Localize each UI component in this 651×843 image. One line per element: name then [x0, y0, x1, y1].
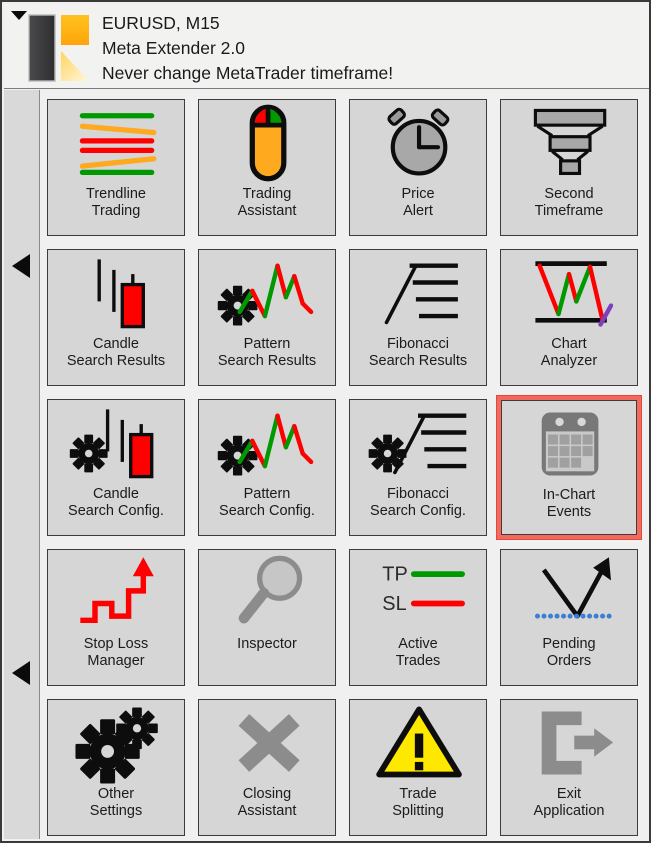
tile-inspector[interactable]: Inspector	[194, 545, 340, 690]
gear-candlestick-icon	[48, 400, 184, 486]
tile-button-in-chart-events[interactable]: In-Chart Events	[501, 400, 637, 535]
tile-label-candle-search-config: Candle Search Config.	[68, 486, 164, 519]
tile-label-trendline-trading: Trendline Trading	[86, 186, 146, 219]
pending-arrow-icon	[501, 550, 637, 636]
timeframe-warning-label: Never change MetaTrader timeframe!	[102, 63, 394, 83]
tile-trading-assistant[interactable]: Trading Assistant	[194, 95, 340, 240]
tile-pattern-search-config[interactable]: Pattern Search Config.	[194, 395, 340, 540]
meta-extender-window: EURUSD, M15 Meta Extender 2.0 Never chan…	[0, 0, 651, 843]
trendlines-icon	[48, 100, 184, 186]
calendar-icon	[502, 401, 636, 487]
tile-button-closing-assistant[interactable]: Closing Assistant	[198, 699, 336, 836]
tile-fibonacci-search-config[interactable]: Fibonacci Search Config.	[345, 395, 491, 540]
tile-label-pattern-search-config: Pattern Search Config.	[219, 486, 315, 519]
tile-button-pending-orders[interactable]: Pending Orders	[500, 549, 638, 686]
tile-button-pattern-search-config[interactable]: Pattern Search Config.	[198, 399, 336, 536]
tile-trade-splitting[interactable]: Trade Splitting	[345, 695, 491, 840]
staircase-arrow-icon	[48, 550, 184, 636]
tile-button-chart-analyzer[interactable]: Chart Analyzer	[500, 249, 638, 386]
left-sidebar	[4, 90, 40, 839]
tile-second-timeframe[interactable]: Second Timeframe	[496, 95, 642, 240]
tile-label-stop-loss-manager: Stop Loss Manager	[83, 636, 149, 669]
tile-exit-application[interactable]: Exit Application	[496, 695, 642, 840]
tp-sl-lines-icon: TP SL	[350, 550, 486, 636]
tool-grid: Trendline Trading Trading Assistant Price …	[43, 95, 649, 840]
gear-zigzag-icon	[199, 400, 335, 486]
fibonacci-icon	[350, 250, 486, 336]
warning-triangle-icon	[350, 700, 486, 786]
tile-chart-analyzer[interactable]: Chart Analyzer	[496, 245, 642, 390]
tile-fibonacci-search-results[interactable]: Fibonacci Search Results	[345, 245, 491, 390]
tile-button-other-settings[interactable]: Other Settings	[47, 699, 185, 836]
tile-label-trade-splitting: Trade Splitting	[392, 786, 444, 819]
tile-label-second-timeframe: Second Timeframe	[534, 186, 604, 219]
tile-other-settings[interactable]: Other Settings	[43, 695, 189, 840]
tile-button-trading-assistant[interactable]: Trading Assistant	[198, 99, 336, 236]
tile-price-alert[interactable]: Price Alert	[345, 95, 491, 240]
magnifier-icon	[199, 550, 335, 636]
tile-label-pattern-search-results: Pattern Search Results	[217, 336, 317, 369]
tile-label-other-settings: Other Settings	[89, 786, 143, 819]
tile-pattern-search-results[interactable]: Pattern Search Results	[194, 245, 340, 390]
tile-button-second-timeframe[interactable]: Second Timeframe	[500, 99, 638, 236]
mouse-icon	[199, 100, 335, 186]
panel-header: EURUSD, M15 Meta Extender 2.0 Never chan…	[4, 4, 649, 89]
chart-channel-icon	[501, 250, 637, 336]
tile-button-exit-application[interactable]: Exit Application	[500, 699, 638, 836]
tile-label-fibonacci-search-config: Fibonacci Search Config.	[370, 486, 466, 519]
header-text-block: EURUSD, M15 Meta Extender 2.0 Never chan…	[102, 11, 643, 86]
tile-label-pending-orders: Pending Orders	[542, 636, 596, 669]
tile-label-in-chart-events: In-Chart Events	[542, 487, 596, 520]
scroll-left-arrow-icon-top[interactable]	[12, 254, 30, 278]
symbol-timeframe-label: EURUSD, M15	[102, 13, 220, 33]
tile-button-active-trades[interactable]: TP SL Active Trades	[349, 549, 487, 686]
product-name-label: Meta Extender 2.0	[102, 38, 245, 58]
meta-extender-logo	[28, 14, 89, 82]
tile-label-trading-assistant: Trading Assistant	[237, 186, 297, 219]
tile-button-trendline-trading[interactable]: Trendline Trading	[47, 99, 185, 236]
tile-button-stop-loss-manager[interactable]: Stop Loss Manager	[47, 549, 185, 686]
tile-label-active-trades: Active Trades	[395, 636, 441, 669]
tile-label-closing-assistant: Closing Assistant	[237, 786, 297, 819]
tile-button-fibonacci-search-config[interactable]: Fibonacci Search Config.	[349, 399, 487, 536]
gear-fibonacci-icon	[350, 400, 486, 486]
cross-x-icon	[199, 700, 335, 786]
tile-button-price-alert[interactable]: Price Alert	[349, 99, 487, 236]
tile-button-inspector[interactable]: Inspector	[198, 549, 336, 686]
tile-pending-orders[interactable]: Pending Orders	[496, 545, 642, 690]
triangle-down-icon[interactable]	[11, 11, 27, 20]
gear-zigzag-icon	[199, 250, 335, 336]
tile-stop-loss-manager[interactable]: Stop Loss Manager	[43, 545, 189, 690]
tile-label-fibonacci-search-results: Fibonacci Search Results	[368, 336, 468, 369]
tile-label-inspector: Inspector	[237, 636, 297, 652]
alarm-clock-icon	[350, 100, 486, 186]
candlestick-icon	[48, 250, 184, 336]
svg-text:TP: TP	[382, 563, 407, 585]
tile-active-trades[interactable]: TP SL Active Trades	[345, 545, 491, 690]
exit-arrow-icon	[501, 700, 637, 786]
tile-label-exit-application: Exit Application	[533, 786, 605, 819]
tile-button-trade-splitting[interactable]: Trade Splitting	[349, 699, 487, 836]
tile-label-price-alert: Price Alert	[401, 186, 435, 219]
svg-text:SL: SL	[382, 593, 406, 615]
tile-label-chart-analyzer: Chart Analyzer	[540, 336, 598, 369]
double-gear-icon	[48, 700, 184, 786]
tile-button-candle-search-results[interactable]: Candle Search Results	[47, 249, 185, 386]
tile-candle-search-results[interactable]: Candle Search Results	[43, 245, 189, 390]
tile-label-candle-search-results: Candle Search Results	[66, 336, 166, 369]
funnel-stack-icon	[501, 100, 637, 186]
tile-in-chart-events[interactable]: In-Chart Events	[496, 395, 642, 540]
tile-closing-assistant[interactable]: Closing Assistant	[194, 695, 340, 840]
tile-candle-search-config[interactable]: Candle Search Config.	[43, 395, 189, 540]
tile-button-candle-search-config[interactable]: Candle Search Config.	[47, 399, 185, 536]
tile-trendline-trading[interactable]: Trendline Trading	[43, 95, 189, 240]
scroll-left-arrow-icon-bottom[interactable]	[12, 661, 30, 685]
tile-button-pattern-search-results[interactable]: Pattern Search Results	[198, 249, 336, 386]
tile-button-fibonacci-search-results[interactable]: Fibonacci Search Results	[349, 249, 487, 386]
